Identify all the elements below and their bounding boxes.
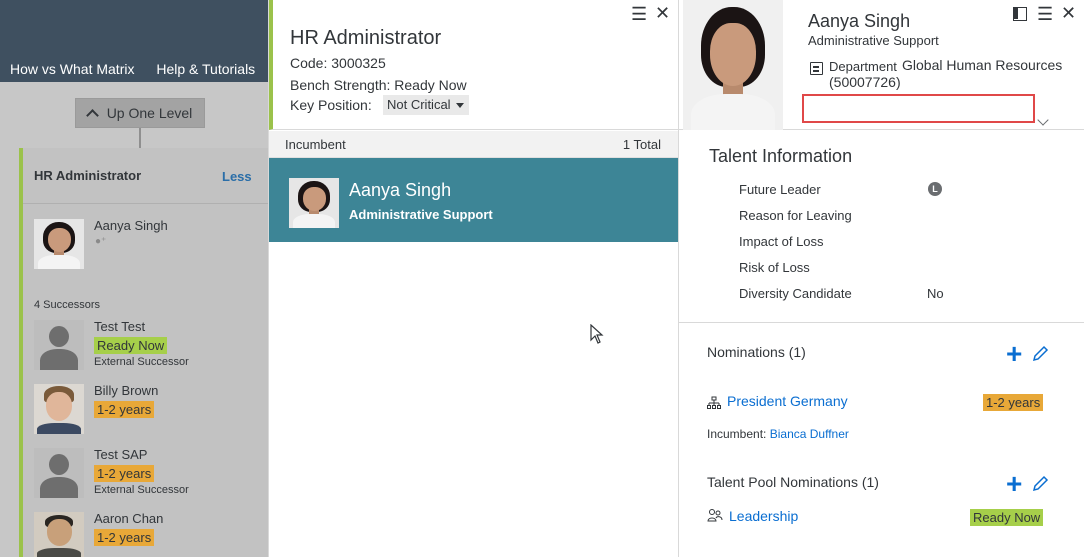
successor-name[interactable]: Aaron Chan bbox=[94, 511, 163, 526]
department-icon bbox=[810, 62, 823, 75]
add-icon[interactable]: + bbox=[1006, 340, 1022, 368]
panel-toggle-icon[interactable] bbox=[1013, 7, 1027, 21]
talent-row-label: Future Leader bbox=[739, 182, 821, 197]
edit-pencil-icon[interactable] bbox=[1031, 345, 1049, 363]
less-toggle-link[interactable]: Less bbox=[222, 169, 252, 184]
bench-strength: Bench Strength: Ready Now bbox=[290, 77, 467, 93]
position-node-header: HR Administrator Less bbox=[23, 148, 268, 204]
incumbent-label: Incumbent bbox=[285, 137, 346, 152]
talent-row-label: Risk of Loss bbox=[739, 260, 810, 275]
highlight-box bbox=[802, 94, 1035, 123]
position-detail-header: HR Administrator Code: 3000325 Bench Str… bbox=[269, 0, 679, 130]
position-code: Code: 3000325 bbox=[290, 55, 386, 71]
successor-avatar[interactable] bbox=[34, 512, 84, 557]
up-one-level-label: Up One Level bbox=[106, 105, 193, 121]
mouse-cursor-icon bbox=[590, 324, 604, 344]
successor-name[interactable]: Test Test bbox=[94, 319, 145, 334]
top-nav: How vs What Matrix Help & Tutorials bbox=[10, 61, 273, 77]
incumbent-card-name: Aanya Singh bbox=[349, 180, 452, 200]
talent-pool-link[interactable]: Leadership bbox=[729, 508, 798, 524]
readiness-badge: Ready Now bbox=[94, 337, 168, 354]
nav-item-help-tutorials[interactable]: Help & Tutorials bbox=[156, 61, 255, 77]
readiness-badge: 1-2 years bbox=[94, 401, 155, 418]
chevron-up-icon bbox=[85, 108, 99, 122]
readiness-badge: 1-2 years bbox=[94, 465, 155, 482]
person-profile-panel: Aanya Singh Administrative Support Depar… bbox=[678, 0, 1084, 557]
hamburger-menu-icon[interactable]: ☰ bbox=[631, 5, 647, 23]
successor-avatar[interactable] bbox=[34, 320, 84, 370]
up-one-level-button[interactable]: Up One Level bbox=[75, 98, 205, 128]
successor-avatar[interactable] bbox=[34, 448, 84, 498]
profile-header: Aanya Singh Administrative Support Depar… bbox=[679, 0, 1084, 130]
nomination-incumbent-link[interactable]: Bianca Duffner bbox=[770, 427, 849, 441]
position-title: HR Administrator bbox=[290, 27, 442, 49]
incumbent-section-bar: Incumbent 1 Total bbox=[269, 131, 679, 158]
talent-pool-readiness-badge: Ready Now bbox=[970, 509, 1044, 526]
profile-photo bbox=[683, 0, 783, 130]
successor-note: External Successor bbox=[94, 356, 189, 368]
profile-role: Administrative Support bbox=[808, 33, 939, 48]
org-connector-line bbox=[139, 128, 141, 148]
incumbent-avatar[interactable] bbox=[34, 219, 84, 269]
person-icon: ●⁺ bbox=[95, 236, 107, 247]
nomination-readiness-badge: 1-2 years bbox=[983, 394, 1044, 411]
add-icon[interactable]: + bbox=[1006, 470, 1022, 498]
position-detail-panel: HR Administrator Code: 3000325 Bench Str… bbox=[268, 0, 679, 557]
node-incumbent-name[interactable]: Aanya Singh bbox=[94, 218, 168, 233]
org-chart-icon bbox=[707, 396, 721, 409]
nomination-position-link[interactable]: President Germany bbox=[727, 393, 848, 409]
close-icon[interactable]: ✕ bbox=[1061, 4, 1076, 22]
successor-avatar[interactable] bbox=[34, 384, 84, 434]
position-node-title: HR Administrator bbox=[34, 168, 142, 183]
talent-pool-icon bbox=[707, 509, 723, 522]
nav-item-how-vs-what-matrix[interactable]: How vs What Matrix bbox=[10, 61, 134, 77]
department-code: (50007726) bbox=[829, 74, 901, 90]
section-divider bbox=[679, 322, 1084, 323]
profile-name: Aanya Singh bbox=[808, 11, 911, 31]
successor-note: External Successor bbox=[94, 484, 189, 496]
incumbent-card-role: Administrative Support bbox=[349, 207, 493, 222]
key-position-select[interactable]: Not Critical bbox=[383, 95, 469, 115]
chevron-down-icon[interactable] bbox=[1037, 114, 1049, 126]
future-leader-badge-icon: L bbox=[928, 182, 942, 196]
talent-pool-title: Talent Pool Nominations (1) bbox=[707, 474, 879, 490]
successor-name[interactable]: Test SAP bbox=[94, 447, 147, 462]
nomination-incumbent-label: Incumbent: bbox=[707, 427, 767, 441]
nomination-incumbent: Incumbent: Bianca Duffner bbox=[707, 427, 849, 441]
talent-row-value: No bbox=[927, 286, 944, 301]
department-value: Global Human Resources bbox=[902, 57, 1063, 73]
hamburger-menu-icon[interactable]: ☰ bbox=[1037, 5, 1053, 23]
talent-row-label: Diversity Candidate bbox=[739, 286, 852, 301]
incumbent-card[interactable]: Aanya Singh Administrative Support bbox=[269, 158, 679, 242]
incumbent-total: 1 Total bbox=[622, 137, 661, 152]
incumbent-card-avatar bbox=[289, 178, 339, 228]
talent-row-label: Impact of Loss bbox=[739, 234, 824, 249]
readiness-badge: 1-2 years bbox=[94, 529, 155, 546]
talent-row-label: Reason for Leaving bbox=[739, 208, 852, 223]
department-label: Department bbox=[829, 59, 897, 74]
nominations-title: Nominations (1) bbox=[707, 344, 806, 360]
key-position-label: Key Position: bbox=[290, 97, 372, 113]
talent-information-title: Talent Information bbox=[709, 146, 853, 166]
close-icon[interactable]: ✕ bbox=[655, 4, 670, 22]
successors-count: 4 Successors bbox=[34, 299, 101, 311]
successor-name[interactable]: Billy Brown bbox=[94, 383, 158, 398]
edit-pencil-icon[interactable] bbox=[1031, 475, 1049, 493]
